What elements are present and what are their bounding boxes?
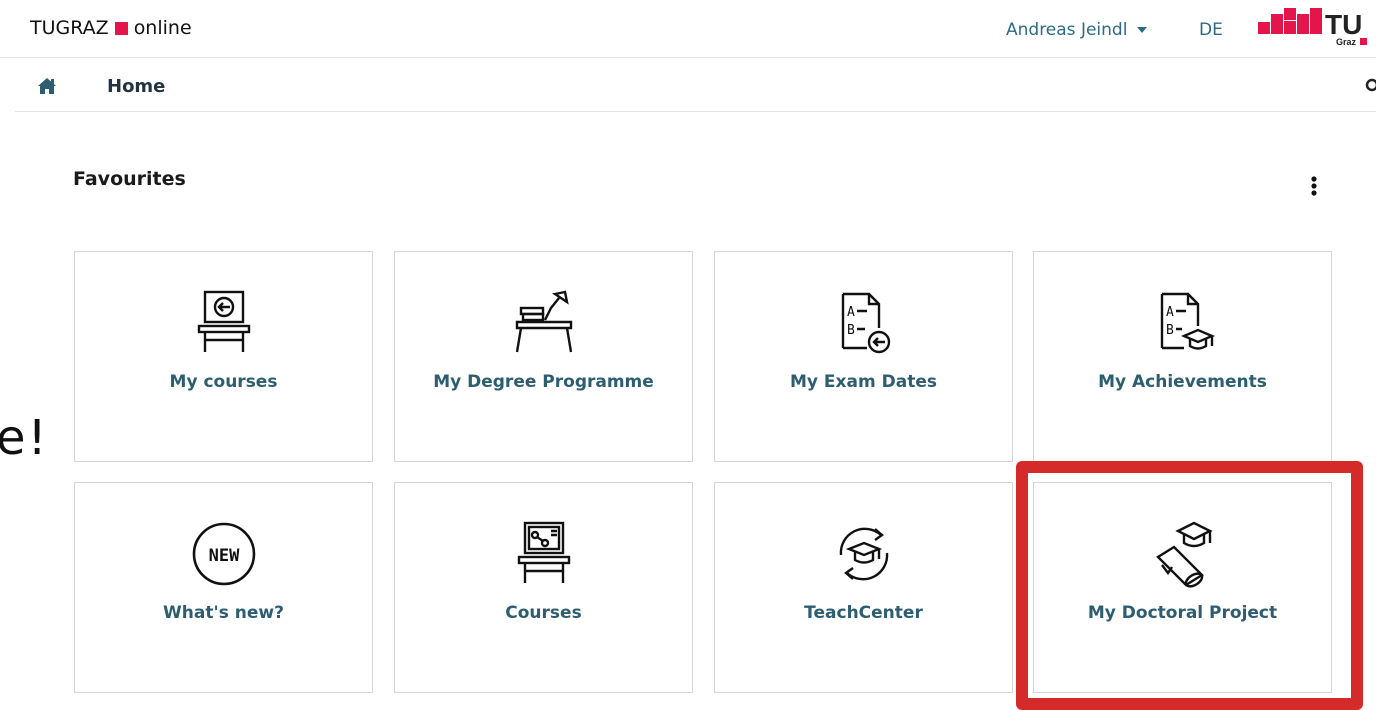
graduation-cycle-icon [839, 527, 888, 581]
tile-label: My Achievements [1098, 372, 1267, 392]
presentation-board-icon [517, 521, 570, 583]
logo-graz-text: Graz [1336, 37, 1357, 47]
home-link[interactable]: Home [107, 76, 165, 97]
tile-my-achievements[interactable]: A B My Achievements [1033, 251, 1332, 462]
top-header: TUGRAZ online Andreas Jeindl DE TU Graz [0, 0, 1376, 58]
svg-text:A: A [847, 305, 855, 320]
tile-my-exam-dates[interactable]: A B My Exam Dates [714, 251, 1013, 462]
favourites-heading: Favourites [73, 168, 186, 190]
achievement-document-icon: A B [1160, 292, 1215, 350]
svg-text:B: B [847, 323, 855, 338]
more-options-icon[interactable] [1306, 174, 1322, 198]
tile-label: My courses [169, 372, 278, 392]
tile-label: My Degree Programme [433, 372, 654, 392]
tile-teachcenter[interactable]: TeachCenter [714, 482, 1013, 693]
tile-label: TeachCenter [804, 603, 923, 623]
user-name: Andreas Jeindl [1006, 20, 1128, 40]
new-badge-icon: NEW [192, 522, 255, 586]
tile-my-doctoral-project[interactable]: My Doctoral Project [1033, 482, 1332, 693]
breadcrumb-nav: Home [15, 58, 1376, 112]
brand-right-text: online [133, 17, 192, 39]
exam-document-icon: A B [841, 292, 890, 354]
home-icon[interactable] [37, 77, 57, 95]
tile-my-degree-programme[interactable]: My Degree Programme [394, 251, 693, 462]
tile-label: My Doctoral Project [1087, 603, 1278, 623]
svg-text:A: A [1166, 305, 1174, 320]
tile-courses[interactable]: Courses [394, 482, 693, 693]
svg-text:B: B [1166, 323, 1174, 338]
search-icon[interactable] [1364, 78, 1376, 94]
brand-left-text: TUGRAZ [30, 17, 109, 39]
user-menu[interactable]: Andreas Jeindl [1006, 20, 1148, 40]
logo-tu-text: TU [1325, 9, 1362, 40]
tile-label: Courses [505, 603, 582, 623]
caret-down-icon [1137, 27, 1148, 33]
tile-whats-new[interactable]: NEW What's new? [74, 482, 373, 693]
diploma-cap-icon [1155, 521, 1213, 588]
tile-label: What's new? [163, 603, 284, 623]
desk-lamp-icon [515, 290, 572, 353]
tu-graz-logo[interactable]: TU Graz [1258, 8, 1376, 50]
cropped-slide-text: e! [0, 410, 49, 466]
tugraz-online-brand[interactable]: TUGRAZ online [30, 17, 192, 39]
tile-label: My Exam Dates [790, 372, 937, 392]
language-switch[interactable]: DE [1199, 20, 1223, 40]
tile-my-courses[interactable]: My courses [74, 251, 373, 462]
classroom-icon [197, 290, 250, 352]
svg-text:NEW: NEW [208, 546, 239, 566]
brand-square-icon [114, 21, 128, 35]
